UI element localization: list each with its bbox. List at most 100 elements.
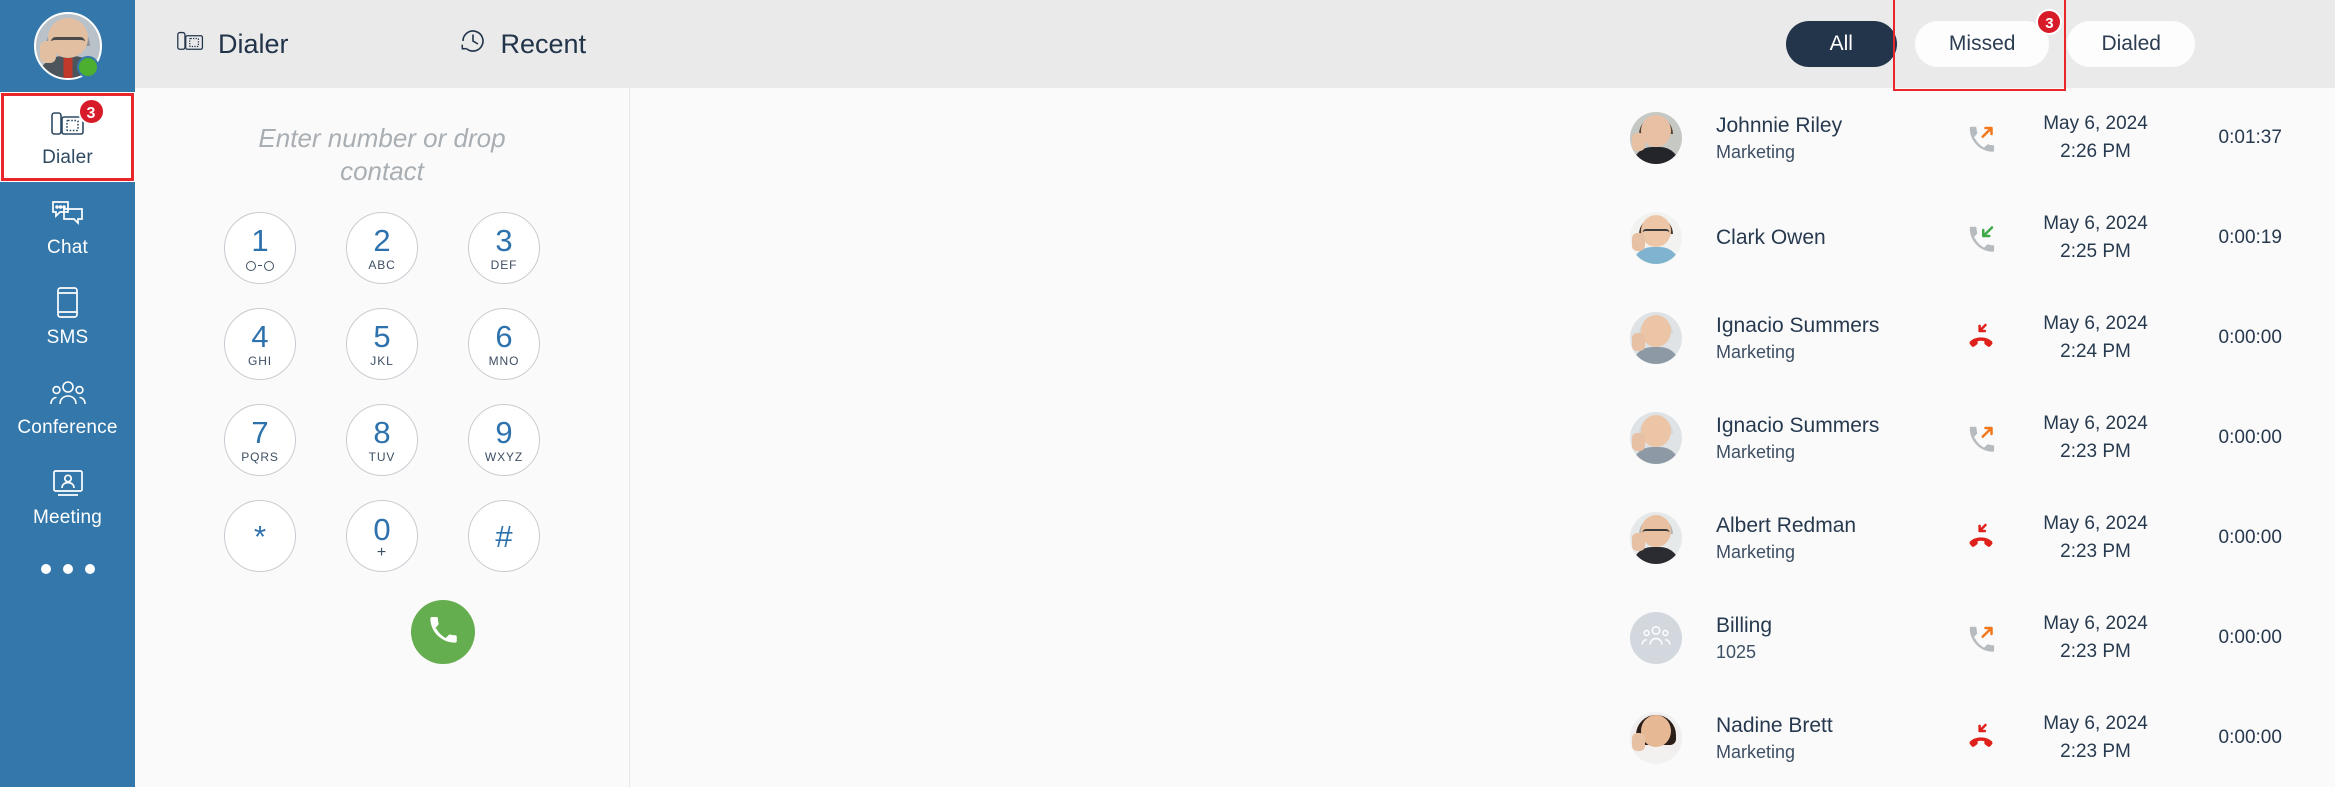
contact-sub: Marketing [1716, 142, 1796, 163]
sidebar-item-chat[interactable]: Chat [0, 182, 135, 272]
call-time: 2:23 PM [2060, 541, 2131, 562]
key-letters: DEF [490, 257, 518, 272]
contact-name: Johnnie Riley [1716, 113, 1843, 137]
mobile-phone-icon [56, 286, 79, 320]
call-timestamp: May 6, 2024 2:26 PM [2026, 110, 2166, 165]
call-date: May 6, 2024 [2043, 113, 2148, 135]
sidebar-item-label: Dialer [42, 146, 93, 168]
contact-name: Ignacio Summers [1716, 413, 1880, 437]
key-letters: WXYZ [484, 449, 524, 464]
call-time: 2:24 PM [2060, 341, 2131, 362]
number-input[interactable]: Enter number or drop contact [222, 122, 542, 190]
people-group-icon [49, 376, 86, 410]
contact-name: Clark Owen [1716, 225, 1826, 249]
dot-icon [40, 564, 51, 574]
missed-call-icon [1937, 323, 2025, 353]
call-button[interactable] [411, 600, 475, 664]
keypad: 1 2 ABC 3 DEF 4 GHI 5 JKL 6 MNO 7 PQRS 8… [224, 212, 540, 572]
key-digit: * [253, 518, 267, 554]
desk-phone-icon [177, 28, 204, 60]
call-duration: 0:00:00 [2218, 627, 2282, 648]
contact-name: Nadine Brett [1716, 713, 1833, 737]
contact-name: Albert Redman [1716, 513, 1857, 537]
table-row[interactable]: Albert Redman Marketing May 6, 2024 2:23… [630, 488, 2335, 588]
incoming-call-icon [1937, 223, 2025, 253]
content-area: Enter number or drop contact 1 2 ABC 3 D… [135, 88, 2335, 787]
key-1[interactable]: 1 [224, 212, 296, 284]
key-digit: # [495, 518, 513, 554]
call-date: May 6, 2024 [2043, 313, 2148, 335]
recent-panel-title: Recent [459, 27, 586, 62]
top-bar: Dialer Recent All Missed 3 Dialed [135, 0, 2335, 91]
contact-info: Clark Owen [1716, 224, 1937, 252]
dialer-panel: Enter number or drop contact 1 2 ABC 3 D… [135, 88, 630, 787]
key-digit: 4 [251, 318, 269, 354]
call-timestamp: May 6, 2024 2:25 PM [2026, 210, 2166, 265]
filter-tab-missed[interactable]: Missed 3 [1914, 9, 2063, 67]
table-row[interactable]: Ignacio Summers Marketing May 6, 2024 2:… [630, 388, 2335, 488]
sidebar-item-label: Meeting [33, 506, 102, 528]
phone-handset-icon [428, 615, 458, 650]
call-time: 2:23 PM [2060, 741, 2131, 762]
key-4[interactable]: 4 GHI [224, 308, 296, 380]
contact-name: Ignacio Summers [1716, 313, 1880, 337]
table-row[interactable]: Clark Owen May 6, 2024 2:25 PM 0:00:19 [630, 188, 2335, 288]
call-timestamp: May 6, 2024 2:23 PM [2026, 610, 2166, 665]
key-star[interactable]: * [224, 500, 296, 572]
table-row[interactable]: Billing 1025 May 6, 2024 2:23 PM 0:00:00 [630, 588, 2335, 688]
key-2[interactable]: 2 ABC [346, 212, 418, 284]
table-row[interactable]: Nadine Brett Marketing May 6, 2024 2:23 … [630, 688, 2335, 787]
key-digit: 8 [373, 414, 391, 450]
key-5[interactable]: 5 JKL [346, 308, 418, 380]
missed-count-badge: 3 [2036, 9, 2063, 35]
presence-indicator-online [77, 56, 99, 78]
sidebar-item-meeting[interactable]: Meeting [0, 452, 135, 542]
contact-sub: 1025 [1716, 642, 1757, 663]
sidebar: 3 Dialer Chat SMS Conference Meeting [0, 0, 135, 787]
key-digit: 9 [495, 414, 513, 450]
dot-icon [62, 564, 73, 574]
key-letters: JKL [370, 353, 394, 368]
key-letters: TUV [368, 449, 396, 464]
avatar [1630, 712, 1682, 764]
table-row[interactable]: Ignacio Summers Marketing May 6, 2024 2:… [630, 288, 2335, 388]
filter-tab-all[interactable]: All [1785, 21, 1897, 67]
sidebar-item-dialer[interactable]: 3 Dialer [0, 92, 135, 182]
key-letters: ABC [368, 257, 396, 272]
call-date: May 6, 2024 [2043, 213, 2148, 235]
call-time: 2:26 PM [2060, 141, 2131, 162]
key-digit: 7 [251, 414, 269, 450]
desk-phone-icon: 3 [50, 97, 105, 140]
filter-tab-dialed[interactable]: Dialed [2067, 21, 2195, 67]
sidebar-more-button[interactable] [40, 564, 95, 574]
contact-info: Ignacio Summers Marketing [1716, 312, 1937, 365]
dialer-panel-title: Dialer [177, 28, 289, 60]
key-7[interactable]: 7 PQRS [224, 404, 296, 476]
outgoing-call-icon [1937, 423, 2025, 453]
sidebar-item-label: SMS [46, 326, 89, 348]
chat-bubbles-icon [51, 196, 84, 230]
table-row[interactable]: Johnnie Riley Marketing May 6, 2024 2:26… [630, 88, 2335, 188]
filter-dialed-wrap: Dialed [2067, 21, 2195, 67]
key-3[interactable]: 3 DEF [468, 212, 540, 284]
key-6[interactable]: 6 MNO [468, 308, 540, 380]
call-duration: 0:00:00 [2218, 527, 2282, 548]
key-9[interactable]: 9 WXYZ [468, 404, 540, 476]
call-timestamp: May 6, 2024 2:23 PM [2026, 710, 2166, 765]
user-avatar[interactable] [0, 0, 135, 92]
call-timestamp: May 6, 2024 2:23 PM [2026, 510, 2166, 565]
key-letters: + [376, 543, 388, 561]
call-duration: 0:00:19 [2218, 227, 2282, 248]
sidebar-item-sms[interactable]: SMS [0, 272, 135, 362]
outgoing-call-icon [1937, 623, 2025, 653]
contact-info: Albert Redman Marketing [1716, 512, 1937, 565]
key-0[interactable]: 0 + [346, 500, 418, 572]
key-8[interactable]: 8 TUV [346, 404, 418, 476]
call-duration: 0:00:00 [2218, 427, 2282, 448]
call-duration: 0:00:00 [2218, 727, 2282, 748]
avatar [1630, 612, 1682, 664]
sidebar-item-conference[interactable]: Conference [0, 362, 135, 452]
contact-sub: Marketing [1716, 742, 1796, 763]
key-hash[interactable]: # [468, 500, 540, 572]
missed-call-icon [1937, 723, 2025, 753]
